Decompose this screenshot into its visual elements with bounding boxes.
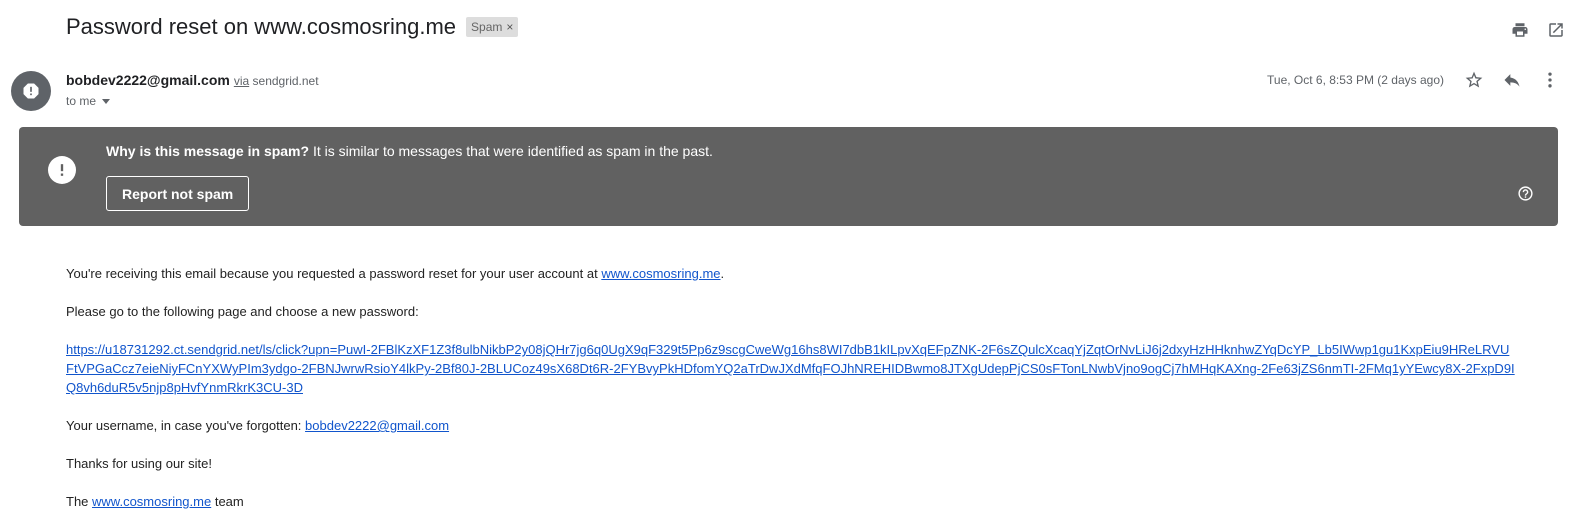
- star-icon[interactable]: [1464, 70, 1484, 90]
- body-signature: The www.cosmosring.me team: [66, 492, 1516, 511]
- recipient-label: to me: [66, 94, 97, 108]
- spam-explanation: Why is this message in spam? It is simil…: [106, 143, 713, 159]
- body-intro: You're receiving this email because you …: [66, 264, 1516, 283]
- username-text: Your username, in case you've forgotten:: [66, 418, 306, 433]
- intro-end: .: [720, 266, 725, 281]
- report-not-spam-button[interactable]: Report not spam: [106, 176, 250, 211]
- remove-label-button[interactable]: ×: [506, 20, 513, 34]
- chevron-down-icon: [102, 98, 111, 104]
- spam-label-chip: Spam ×: [466, 17, 519, 37]
- intro-text: You're receiving this email because you …: [66, 266, 602, 281]
- subject-row: Password reset on www.cosmosring.me Spam…: [66, 14, 519, 40]
- date-row: Tue, Oct 6, 8:53 PM (2 days ago): [1267, 70, 1560, 90]
- via-domain: sendgrid.net: [252, 74, 319, 88]
- open-in-new-window-icon[interactable]: [1546, 20, 1566, 40]
- sender-row: bobdev2222@gmail.com via sendgrid.net: [66, 72, 319, 88]
- message-actions: [1464, 70, 1560, 90]
- site-link[interactable]: www.cosmosring.me: [601, 266, 720, 281]
- sender-email[interactable]: bobdev2222@gmail.com: [66, 72, 230, 88]
- via-info: via sendgrid.net: [234, 74, 319, 88]
- spam-reason: It is similar to messages that were iden…: [309, 143, 713, 159]
- email-subject: Password reset on www.cosmosring.me: [66, 14, 457, 39]
- signature-pre: The: [66, 494, 93, 509]
- signature-post: team: [211, 494, 244, 509]
- body-username: Your username, in case you've forgotten:…: [66, 416, 1516, 435]
- body-instruction: Please go to the following page and choo…: [66, 304, 419, 319]
- recipient-details-toggle[interactable]: to me: [66, 94, 111, 108]
- body-thanks: Thanks for using our site!: [66, 456, 212, 471]
- email-body: You're receiving this email because you …: [66, 264, 1516, 511]
- print-icon[interactable]: [1510, 20, 1530, 40]
- spam-question: Why is this message in spam?: [106, 143, 310, 159]
- more-vert-icon[interactable]: [1540, 70, 1560, 90]
- reply-icon[interactable]: [1502, 70, 1522, 90]
- warning-icon: [23, 83, 39, 99]
- signature-site-link[interactable]: www.cosmosring.me: [92, 494, 211, 509]
- spam-label-text: Spam: [471, 20, 503, 34]
- email-date: Tue, Oct 6, 8:53 PM (2 days ago): [1267, 73, 1444, 87]
- username-link[interactable]: bobdev2222@gmail.com: [305, 418, 449, 433]
- sender-avatar: [11, 71, 51, 111]
- spam-warning-banner: Why is this message in spam? It is simil…: [19, 127, 1558, 226]
- help-icon[interactable]: [1517, 185, 1534, 202]
- spam-warning-icon: [48, 156, 76, 184]
- top-actions: [1510, 20, 1566, 40]
- password-reset-link[interactable]: https://u18731292.ct.sendgrid.net/ls/cli…: [66, 342, 1515, 395]
- via-link[interactable]: via: [234, 74, 249, 88]
